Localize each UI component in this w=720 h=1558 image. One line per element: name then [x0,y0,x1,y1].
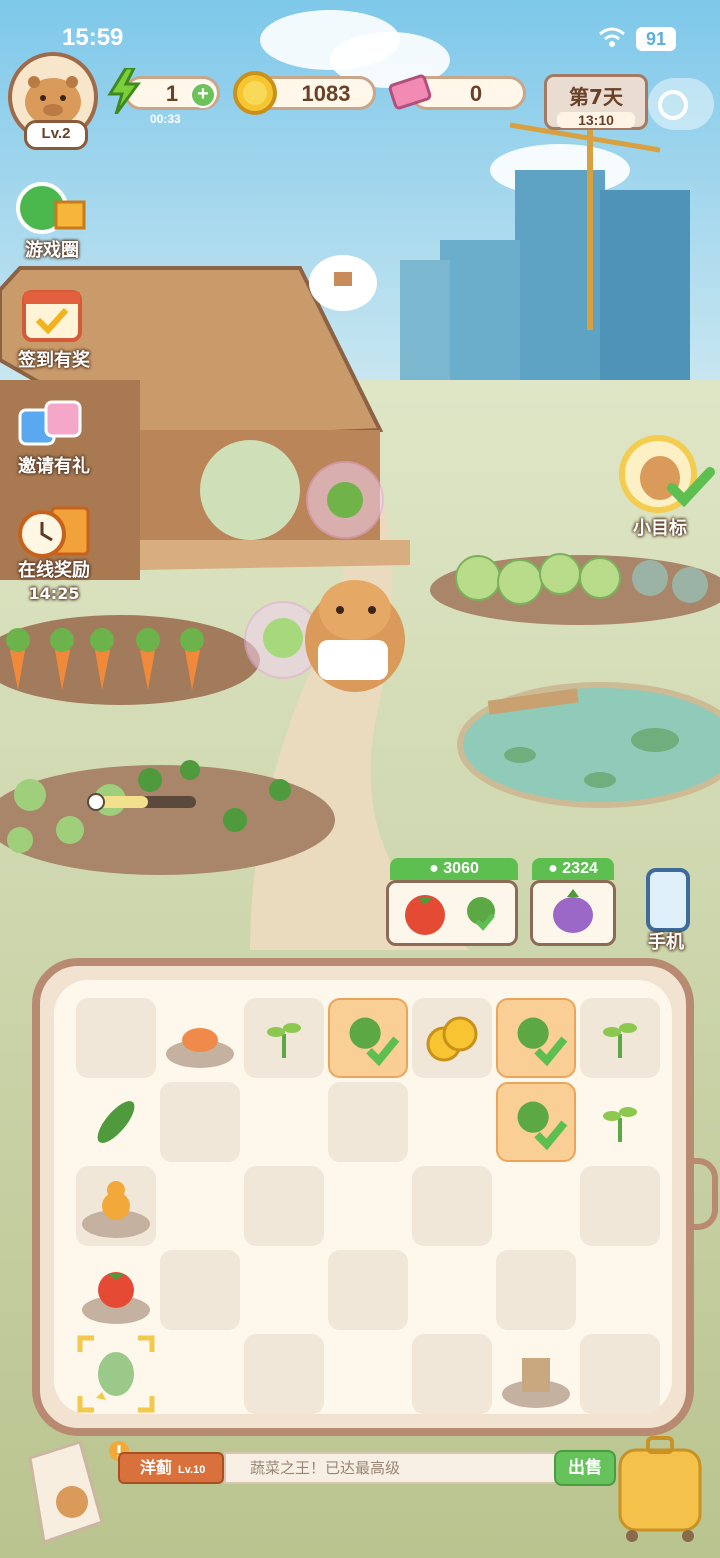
board-cell-empty[interactable] [328,1250,408,1330]
order-price-value: 2324 [562,860,598,877]
clock-gift-icon [14,500,94,564]
small-goal-button[interactable]: 小目标 [610,428,720,539]
energy-timer: 00:33 [150,112,181,126]
item-description: 蔬菜之王！已达最高级 [224,1452,564,1484]
menu-label: 游戏圈 [25,240,79,261]
player-level: Lv.2 [24,120,88,150]
order-price: ● 2324 [532,858,614,880]
board-cell-artichoke[interactable] [76,1334,156,1414]
day-time: 13:10 [557,112,635,128]
menu-label: 签到有奖 [18,350,90,371]
tomato-icon [82,1272,150,1324]
stump-icon [502,1358,570,1408]
seedling-check-icon [349,1017,400,1067]
status-time: 15:59 [62,24,124,51]
day-indicator: 第7天 13:10 [544,74,648,130]
board-cell-empty[interactable] [580,1334,660,1414]
energy-value: 1 [165,81,179,106]
board-cell-cucumber[interactable] [76,1082,156,1162]
suitcase-icon [618,1436,702,1542]
lightning-icon [106,66,142,118]
seedling-check-icon [517,1101,568,1151]
crab-icon [166,1028,234,1068]
online-reward-timer: 14:25 [28,584,80,603]
sprout-icon [603,1107,637,1142]
order-card[interactable]: ● 3060 [386,858,518,946]
battery-indicator: 91 [636,27,676,51]
board-handle [694,1158,718,1230]
board-cell-sprout[interactable] [244,998,324,1078]
coin-icon [232,70,278,120]
coin-value: 1083 [301,81,351,106]
game-scene[interactable]: 15:59 91 Lv.2 1 + 00:33 1083 0 第7天 13:10 [0,0,720,1558]
sprout-icon [267,1023,301,1058]
item-level: Lv.10 [178,1464,206,1476]
phone-icon [646,868,690,932]
coin-icon: ● [429,860,439,877]
goal-icon [619,435,715,513]
record-icon [658,90,688,120]
board-cell-sprout[interactable] [580,1082,660,1162]
game-circle-icon [12,178,92,242]
ticket-icon [388,70,434,120]
board-cell-crab[interactable] [160,998,240,1078]
artichoke-icon [77,1335,155,1413]
gift-icon [16,396,86,456]
record-button[interactable] [648,78,714,130]
goal-label: 小目标 [633,518,687,539]
board-cell-coins[interactable] [412,998,492,1078]
seed-bag-button[interactable] [20,1438,110,1552]
board-cell-empty[interactable] [496,1250,576,1330]
board-cell-empty[interactable] [412,1334,492,1414]
board-cell-empty[interactable] [160,1250,240,1330]
board-cell-empty[interactable] [76,998,156,1078]
order-price: ● 3060 [390,858,518,880]
phone-label: 手机 [648,932,684,953]
suitcase-button[interactable] [612,1436,708,1550]
item-name-tag: 洋蓟 Lv.10 [118,1452,224,1484]
menu-label: 邀请有礼 [18,456,90,477]
order-price-value: 3060 [443,860,479,877]
phone-button[interactable]: 手机 [636,866,700,953]
board-cell-empty[interactable] [412,1166,492,1246]
board-cell-empty[interactable] [244,1166,324,1246]
calendar-icon [18,284,88,348]
seedling-check-icon [517,1017,568,1067]
add-energy-button[interactable]: + [190,82,216,108]
board-cell-stump[interactable] [496,1334,576,1414]
order-card[interactable]: ● 2324 [530,858,616,946]
board-inner [54,980,672,1414]
cucumber-icon [97,1101,135,1143]
order-items [386,880,518,946]
board-cell-seedling[interactable] [496,1082,576,1162]
board-cell-sprout[interactable] [580,998,660,1078]
board-cell-empty[interactable] [580,1166,660,1246]
item-name: 洋蓟 [140,1458,173,1477]
coins-icon [426,1016,478,1062]
board-cell-gourd[interactable] [76,1166,156,1246]
board-cell-tomato[interactable] [76,1250,156,1330]
board-cell-empty[interactable] [244,1334,324,1414]
gourd-icon [82,1181,150,1238]
sell-button[interactable]: 出售 [554,1450,616,1486]
day-label: 第7天 [569,85,623,109]
onion-icon [553,897,593,933]
ticket-value: 0 [469,81,483,106]
order-items [530,880,616,946]
coin-icon: ● [548,860,558,877]
board-cell-seedling[interactable] [496,998,576,1078]
sprout-icon [603,1023,637,1058]
menu-label: 在线奖励 [18,560,90,581]
wifi-icon [598,26,626,54]
board-cell-empty[interactable] [160,1082,240,1162]
board-cell-empty[interactable] [328,1082,408,1162]
merge-board[interactable] [32,958,694,1436]
board-cell-seedling[interactable] [328,998,408,1078]
seed-bag-icon [28,1440,104,1544]
